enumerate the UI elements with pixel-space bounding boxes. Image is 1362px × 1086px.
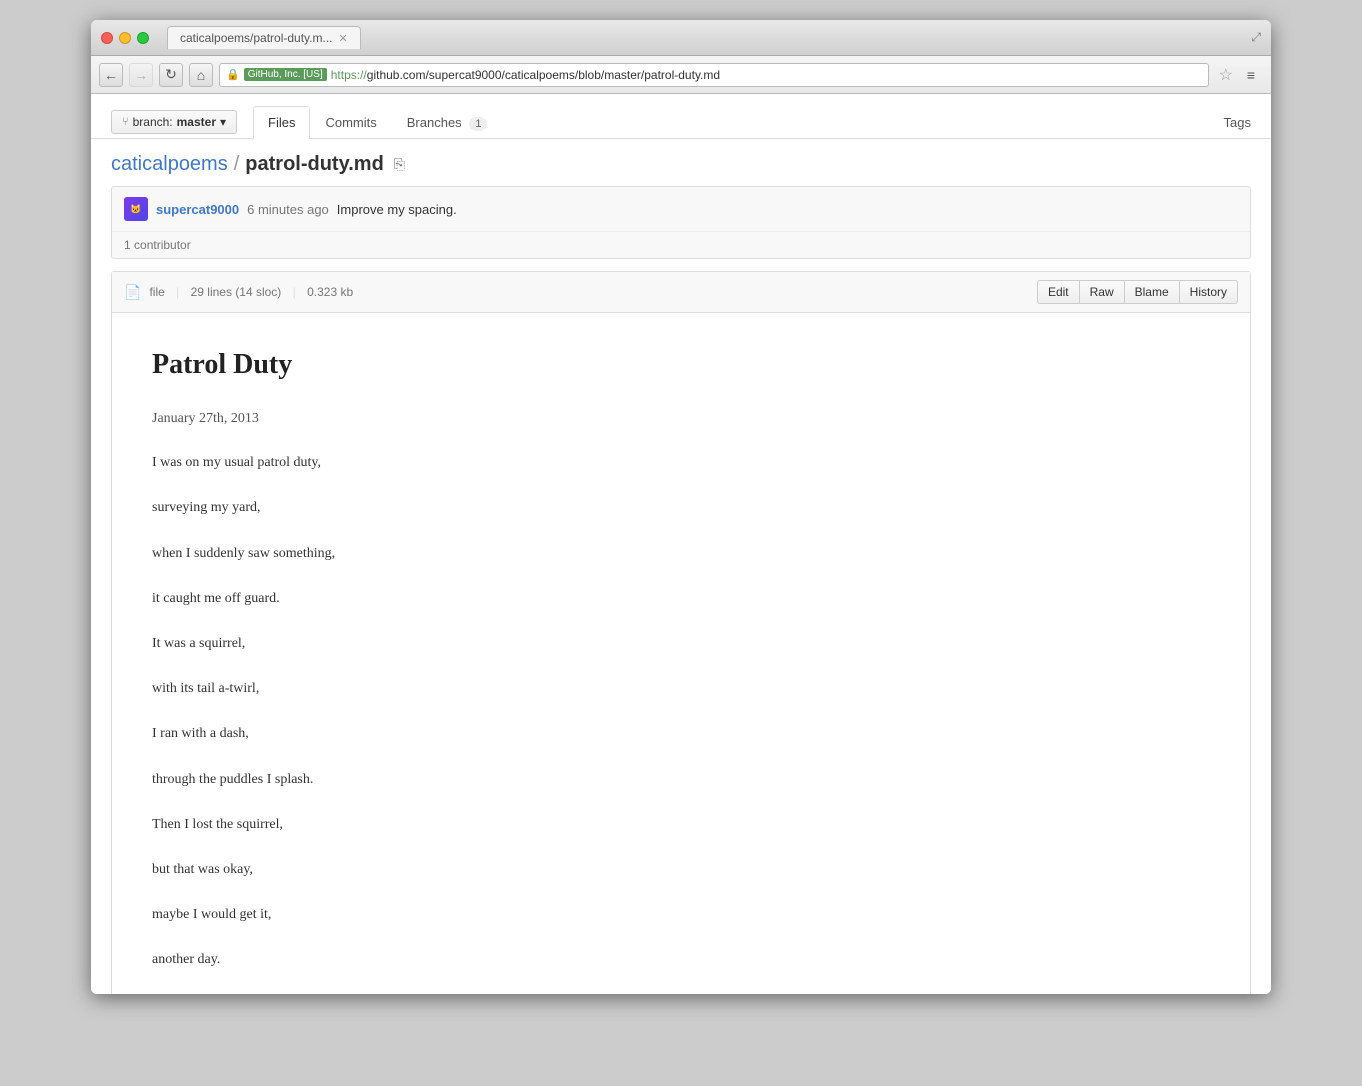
- commit-info: 🐱 supercat9000 6 minutes ago Improve my …: [111, 186, 1251, 259]
- commit-message: Improve my spacing.: [337, 202, 457, 217]
- file-name: patrol-duty.md: [245, 153, 384, 176]
- poem-stanza-10: but that was okay,: [152, 857, 1210, 882]
- breadcrumb: caticalpoems / patrol-duty.md ⎘: [111, 153, 1251, 176]
- branch-selector[interactable]: ⑂ branch: master ▾: [111, 110, 237, 134]
- close-button[interactable]: [101, 32, 113, 44]
- avatar-image: 🐱: [124, 197, 148, 221]
- menu-icon[interactable]: ≡: [1239, 63, 1263, 87]
- poem-line-7: I ran with a dash,: [152, 721, 1210, 746]
- branch-icon: ⑂: [122, 116, 129, 128]
- poem-stanza-5: It was a squirrel,: [152, 631, 1210, 656]
- poem-date: January 27th, 2013: [152, 408, 1210, 430]
- contributor-label-text: contributor: [134, 238, 191, 252]
- file-header: 📄 file | 29 lines (14 sloc) | 0.323 kb E…: [112, 272, 1250, 313]
- poem-stanza-9: Then I lost the squirrel,: [152, 812, 1210, 837]
- poem-line-12: another day.: [152, 947, 1210, 972]
- home-button[interactable]: ⌂: [189, 63, 213, 87]
- file-size: 0.323 kb: [307, 285, 353, 299]
- file-label: file: [149, 285, 164, 299]
- browser-buttons: [101, 32, 149, 44]
- maximize-button[interactable]: [137, 32, 149, 44]
- commit-time: 6 minutes ago: [247, 202, 329, 217]
- poem-stanza-4: it caught me off guard.: [152, 586, 1210, 611]
- file-view: 📄 file | 29 lines (14 sloc) | 0.323 kb E…: [111, 271, 1251, 994]
- refresh-button[interactable]: ↻: [159, 63, 183, 87]
- commit-author[interactable]: supercat9000: [156, 202, 239, 217]
- contributor-count: 1: [124, 238, 131, 252]
- browser-content: ⑂ branch: master ▾ Files Commits Branche…: [91, 94, 1271, 994]
- poem-stanza-2: surveying my yard,: [152, 495, 1210, 520]
- contributor-bar: 1 contributor: [112, 232, 1250, 258]
- file-icon: 📄: [124, 284, 141, 301]
- poem-line-3: when I suddenly saw something,: [152, 541, 1210, 566]
- back-button[interactable]: ←: [99, 63, 123, 87]
- avatar: 🐱: [124, 197, 148, 221]
- poem-line-9: Then I lost the squirrel,: [152, 812, 1210, 837]
- branches-badge: 1: [469, 117, 487, 131]
- raw-button[interactable]: Raw: [1079, 280, 1125, 304]
- poem-stanza-1: I was on my usual patrol duty,: [152, 450, 1210, 475]
- tab-commits[interactable]: Commits: [310, 106, 391, 138]
- tab-title: caticalpoems/patrol-duty.m...: [180, 31, 333, 45]
- poem-line-6: with its tail a-twirl,: [152, 676, 1210, 701]
- github-nav: ⑂ branch: master ▾ Files Commits Branche…: [91, 94, 1271, 139]
- tab-close-icon[interactable]: ✕: [339, 32, 348, 45]
- page-content: ⑂ branch: master ▾ Files Commits Branche…: [91, 94, 1271, 994]
- nav-tabs: Files Commits Branches 1: [253, 106, 502, 138]
- poem-line-10: but that was okay,: [152, 857, 1210, 882]
- address-bar[interactable]: 🔒 GitHub, Inc. [US] https://github.com/s…: [219, 63, 1209, 87]
- breadcrumb-separator: /: [234, 153, 240, 176]
- browser-window: caticalpoems/patrol-duty.m... ✕ ⤢ ← → ↻ …: [91, 20, 1271, 994]
- poem-stanza-6: with its tail a-twirl,: [152, 676, 1210, 701]
- url-path: github.com/supercat9000/caticalpoems/blo…: [367, 68, 720, 82]
- browser-tab[interactable]: caticalpoems/patrol-duty.m... ✕: [167, 26, 361, 49]
- meta-separator-1: |: [176, 285, 179, 299]
- blame-button[interactable]: Blame: [1124, 280, 1180, 304]
- poem-content: Patrol Duty January 27th, 2013 I was on …: [112, 313, 1250, 994]
- branch-prefix: branch:: [133, 115, 173, 129]
- poem-stanza-12: another day.: [152, 947, 1210, 972]
- meta-separator-2: |: [293, 285, 296, 299]
- tags-link[interactable]: Tags: [1224, 107, 1251, 138]
- poem-line-11: maybe I would get it,: [152, 902, 1210, 927]
- file-actions: Edit Raw Blame History: [1037, 280, 1238, 304]
- history-button[interactable]: History: [1179, 280, 1238, 304]
- poem-title: Patrol Duty: [152, 343, 1210, 388]
- repo-link[interactable]: caticalpoems: [111, 153, 228, 176]
- url-text: https://github.com/supercat9000/caticalp…: [331, 68, 720, 82]
- poem-stanza-3: when I suddenly saw something,: [152, 541, 1210, 566]
- file-lines: 29 lines (14 sloc): [191, 285, 282, 299]
- minimize-button[interactable]: [119, 32, 131, 44]
- poem-line-5: It was a squirrel,: [152, 631, 1210, 656]
- bookmark-icon[interactable]: ☆: [1219, 65, 1233, 85]
- poem-stanza-7: I ran with a dash,: [152, 721, 1210, 746]
- branch-dropdown-icon: ▾: [220, 115, 226, 129]
- url-https: https://: [331, 68, 367, 82]
- breadcrumb-area: caticalpoems / patrol-duty.md ⎘: [91, 139, 1271, 186]
- branch-name: master: [177, 115, 216, 129]
- expand-icon[interactable]: ⤢: [1251, 30, 1261, 45]
- forward-button[interactable]: →: [129, 63, 153, 87]
- browser-toolbar: ← → ↻ ⌂ 🔒 GitHub, Inc. [US] https://gith…: [91, 56, 1271, 94]
- tab-files[interactable]: Files: [253, 106, 310, 139]
- tab-branches[interactable]: Branches 1: [392, 106, 503, 138]
- branches-label: Branches: [407, 115, 462, 130]
- url-badge: GitHub, Inc. [US]: [244, 68, 327, 81]
- poem-stanza-11: maybe I would get it,: [152, 902, 1210, 927]
- poem-line-4: it caught me off guard.: [152, 586, 1210, 611]
- copy-icon[interactable]: ⎘: [394, 156, 405, 173]
- secure-icon: 🔒: [226, 68, 240, 81]
- edit-button[interactable]: Edit: [1037, 280, 1080, 304]
- poem-line-1: I was on my usual patrol duty,: [152, 450, 1210, 475]
- file-meta: file | 29 lines (14 sloc) | 0.323 kb: [149, 285, 1029, 299]
- poem-line-2: surveying my yard,: [152, 495, 1210, 520]
- poem-stanza-8: through the puddles I splash.: [152, 767, 1210, 792]
- poem-line-8: through the puddles I splash.: [152, 767, 1210, 792]
- commit-header: 🐱 supercat9000 6 minutes ago Improve my …: [112, 187, 1250, 232]
- browser-titlebar: caticalpoems/patrol-duty.m... ✕ ⤢: [91, 20, 1271, 56]
